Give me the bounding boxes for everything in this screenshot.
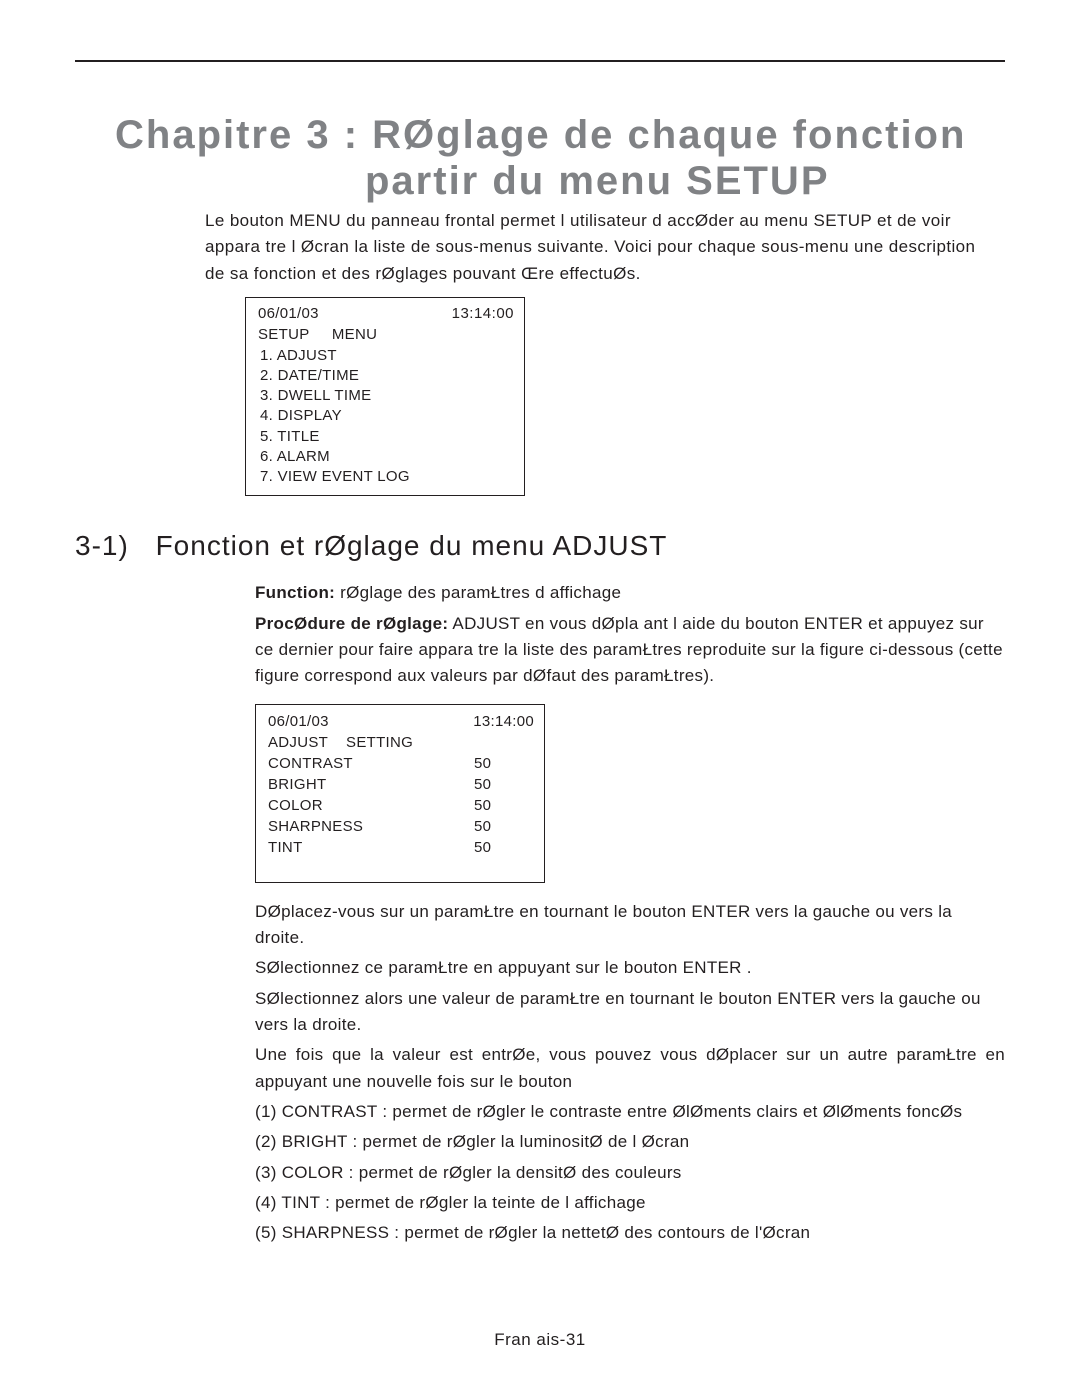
osd-item: 7. VIEW EVENT LOG [260,467,514,487]
osd2-row-val: 50 [474,816,534,837]
body-line: Une fois que la valeur est entrØe, vous … [255,1042,1005,1095]
section-title: Fonction et rØglage du menu ADJUST [156,530,668,561]
osd2-row-label: TINT [268,837,474,858]
osd-date: 06/01/03 [258,304,319,324]
osd-title-b: MENU [332,326,377,343]
osd-setup-menu: 06/01/03 13:14:00 SETUP MENU 1. ADJUST 2… [245,297,525,496]
body-line: SØlectionnez alors une valeur de paramŁt… [255,986,1005,1039]
chapter-line1: Chapitre 3 : RØglage de chaque fonction [115,113,966,157]
osd2-title-b: SETTING [346,734,413,751]
top-rule [75,60,1005,62]
body-line: (1) CONTRAST : permet de rØgler le contr… [255,1099,1005,1125]
body-line: (4) TINT : permet de rØgler la teinte de… [255,1190,1005,1216]
osd-item: 3. DWELL TIME [260,386,514,406]
page-number: Fran ais-31 [0,1330,1080,1350]
intro-paragraph: Le bouton MENU du panneau frontal permet… [205,208,995,287]
osd2-row-label: SHARPNESS [268,816,474,837]
osd2-time: 13:14:00 [473,711,534,732]
osd-item: 2. DATE/TIME [260,366,514,386]
osd2-title-a: ADJUST [268,734,328,751]
chapter-title: Chapitre 3 : RØglage de chaque fonction … [115,112,1005,204]
osd2-date: 06/01/03 [268,711,473,732]
body-line: (3) COLOR : permet de rØgler la densitØ … [255,1160,1005,1186]
osd2-row-val: 50 [474,795,534,816]
function-label: Function: [255,583,335,602]
procedure-label: ProcØdure de rØglage: [255,614,448,633]
osd-item: 5. TITLE [260,427,514,447]
body-line: SØlectionnez ce paramŁtre en appuyant su… [255,955,1005,981]
section-number: 3-1) [75,530,129,562]
osd2-row-label: COLOR [268,795,474,816]
body-line: DØplacez-vous sur un paramŁtre en tourna… [255,899,1005,952]
osd2-row-val: 50 [474,837,534,858]
osd-item: 4. DISPLAY [260,406,514,426]
osd-title-a: SETUP [258,326,310,343]
body-line: (5) SHARPNESS : permet de rØgler la nett… [255,1220,1005,1246]
osd-item: 6. ALARM [260,447,514,467]
osd2-row-label: CONTRAST [268,753,474,774]
function-text: rØglage des paramŁtres d affichage [335,583,621,602]
section-heading: 3-1) Fonction et rØglage du menu ADJUST [75,530,1005,562]
chapter-line2: partir du menu SETUP [365,158,1005,204]
osd-item: 1. ADJUST [260,346,514,366]
body-line: (2) BRIGHT : permet de rØgler la luminos… [255,1129,1005,1155]
osd-time: 13:14:00 [452,304,514,324]
osd2-row-val: 50 [474,753,534,774]
osd2-row-label: BRIGHT [268,774,474,795]
osd2-row-val: 50 [474,774,534,795]
osd-adjust-setting: 06/01/03 13:14:00 ADJUST SETTING CONTRAS… [255,704,545,883]
